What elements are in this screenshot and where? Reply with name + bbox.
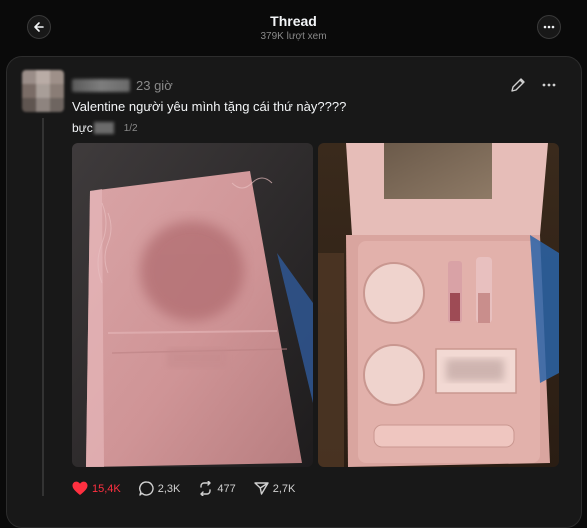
post-more-icon[interactable] [540,76,558,94]
open-makeup-gift-set-photo [318,143,559,467]
repost-button[interactable]: 477 [198,481,236,496]
share-count: 2,7K [272,482,296,495]
like-count: 15,4K [92,482,121,495]
action-bar: 15,4K 2,3K 477 2,7K [72,481,313,496]
heart-filled-icon [72,481,88,495]
comment-bubble-icon [138,481,154,496]
view-count: 379K lượt xem [260,31,327,42]
post-subline: bực 1/2 [72,121,138,135]
send-icon [254,482,269,495]
repost-count: 477 [217,482,236,495]
closed-pink-gift-box-photo [72,143,313,467]
post-text: Valentine người yêu mình tặng cái thứ nà… [72,99,347,114]
page-title: Thread [270,13,317,29]
comment-button[interactable]: 2,3K [138,481,181,496]
post-image-2[interactable] [318,143,559,467]
brand-prefix: bực [72,121,93,135]
brand-redacted [93,122,114,134]
username-redacted[interactable] [72,79,130,92]
edit-icon[interactable] [509,76,527,94]
more-horizontal-icon [543,25,555,29]
post-image-1[interactable] [72,143,313,467]
image-page-indicator: 1/2 [123,122,138,134]
header-more-button[interactable] [537,15,561,39]
like-button[interactable]: 15,4K [72,481,121,496]
repost-icon [200,481,212,496]
share-button[interactable]: 2,7K [254,481,296,496]
avatar[interactable] [22,70,64,112]
comment-count: 2,3K [157,482,181,495]
post-timestamp: 23 giờ [136,78,173,93]
thread-line [42,118,44,496]
top-bar: Thread 379K lượt xem [0,0,587,54]
